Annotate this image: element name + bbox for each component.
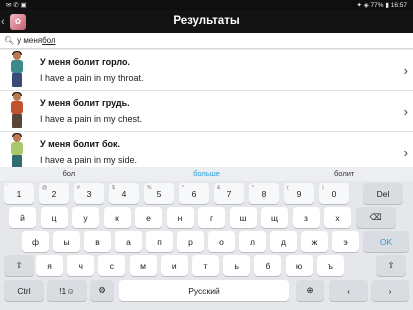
- key-х[interactable]: х: [324, 207, 351, 228]
- space-key[interactable]: Русский: [119, 280, 289, 301]
- ok-key[interactable]: OK: [363, 231, 409, 252]
- chevron-right-icon: ›: [403, 145, 408, 160]
- phrase-english: I have a pain in my throat.: [40, 72, 144, 83]
- suggestion-bar: бол больше болит: [0, 167, 413, 181]
- settings-gear-icon[interactable]: ⚙: [90, 280, 114, 301]
- language-globe-icon[interactable]: ⊕: [296, 280, 324, 301]
- shift-key[interactable]: ⇧: [376, 255, 406, 276]
- key-п[interactable]: п: [146, 231, 173, 252]
- app-bar: ‹ ✿ Результаты: [0, 10, 413, 33]
- status-bar: ✉ ✆ ▣ ✦ ◈ 77% ▮ 16:57: [0, 0, 413, 10]
- key-5[interactable]: 5%: [144, 183, 174, 204]
- results-list: У меня болит горло. I have a pain in my …: [0, 50, 413, 173]
- key-а[interactable]: а: [115, 231, 142, 252]
- key-ь[interactable]: ь: [223, 255, 251, 276]
- on-screen-keyboard: 1 ` 2 @3 #4 $5% 6 ^ 7 & 8 * 9(0) Del й ц у к е н г ш щ з х ⌫ ф ы в а п…: [0, 181, 413, 310]
- key-л[interactable]: л: [239, 231, 266, 252]
- key-з[interactable]: з: [292, 207, 320, 228]
- key-6[interactable]: 6 ^: [179, 183, 209, 204]
- chevron-right-icon: ›: [403, 63, 408, 78]
- page-title: Результаты: [173, 15, 240, 27]
- key-8[interactable]: 8 *: [249, 183, 279, 204]
- key-2[interactable]: 2 @: [39, 183, 69, 204]
- phrase-russian: У меня болит горло.: [40, 56, 130, 67]
- symbols-key[interactable]: !1☺: [47, 280, 87, 301]
- key-э[interactable]: э: [332, 231, 359, 252]
- key-н[interactable]: н: [166, 207, 194, 228]
- phrase-russian: У меня болит бок.: [40, 138, 121, 149]
- key-ф[interactable]: ф: [22, 231, 49, 252]
- suggestion-item[interactable]: болит: [275, 167, 413, 181]
- chevron-right-icon: ›: [403, 104, 408, 119]
- key-ы[interactable]: ы: [53, 231, 80, 252]
- search-text-prefix: у меня: [17, 36, 43, 45]
- key-й[interactable]: й: [9, 207, 36, 228]
- status-notification-icons: ✉ ✆ ▣: [6, 2, 27, 9]
- status-right-info: ✦ ◈ 77% ▮ 16:57: [356, 2, 407, 9]
- character-avatar: [6, 51, 28, 89]
- key-и[interactable]: и: [160, 255, 188, 276]
- key-к[interactable]: к: [103, 207, 131, 228]
- suggestion-item[interactable]: больше: [138, 167, 276, 181]
- key-щ[interactable]: щ: [261, 207, 288, 228]
- character-avatar: [6, 133, 28, 171]
- key-г[interactable]: г: [198, 207, 225, 228]
- key-4[interactable]: 4 $: [109, 183, 139, 204]
- key-в[interactable]: в: [84, 231, 111, 252]
- key-у[interactable]: у: [72, 207, 99, 228]
- key-3[interactable]: 3 #: [74, 183, 104, 204]
- key-7[interactable]: 7 &: [214, 183, 244, 204]
- key-д[interactable]: д: [270, 231, 297, 252]
- key-0[interactable]: 0): [319, 183, 349, 204]
- backspace-key[interactable]: ⌫: [355, 207, 396, 228]
- search-icon: 🔍︎: [4, 36, 15, 45]
- shift-key[interactable]: ⇧: [4, 255, 34, 276]
- key-ж[interactable]: ж: [301, 231, 328, 252]
- key-р[interactable]: р: [177, 231, 204, 252]
- key-ъ[interactable]: ъ: [316, 255, 344, 276]
- key-м[interactable]: м: [129, 255, 157, 276]
- cursor-right-key[interactable]: ›: [371, 280, 409, 301]
- key-е[interactable]: е: [135, 207, 162, 228]
- character-avatar: [6, 92, 28, 130]
- search-input[interactable]: 🔍︎ у меня бол: [0, 33, 413, 49]
- cursor-left-key[interactable]: ‹: [329, 280, 368, 301]
- ctrl-key[interactable]: Ctrl: [4, 280, 44, 301]
- key-9[interactable]: 9(: [284, 183, 314, 204]
- key-т[interactable]: т: [192, 255, 219, 276]
- key-1[interactable]: 1 `: [4, 183, 34, 204]
- key-с[interactable]: с: [98, 255, 126, 276]
- key-я[interactable]: я: [36, 255, 63, 276]
- key-о[interactable]: о: [208, 231, 235, 252]
- search-text-typed: бол: [42, 36, 56, 45]
- list-item[interactable]: У меня болит горло. I have a pain in my …: [0, 50, 413, 91]
- phrase-english: I have a pain in my side.: [40, 154, 138, 165]
- key-ц[interactable]: ц: [40, 207, 68, 228]
- suggestion-item[interactable]: бол: [0, 167, 138, 181]
- list-item[interactable]: У меня болит грудь. I have a pain in my …: [0, 91, 413, 132]
- key-ш[interactable]: ш: [229, 207, 257, 228]
- phrase-russian: У меня болит грудь.: [40, 97, 130, 108]
- delete-key[interactable]: Del: [363, 183, 403, 204]
- phrase-english: I have a pain in my chest.: [40, 113, 143, 124]
- key-ю[interactable]: ю: [285, 255, 313, 276]
- key-ч[interactable]: ч: [67, 255, 95, 276]
- key-б[interactable]: б: [254, 255, 282, 276]
